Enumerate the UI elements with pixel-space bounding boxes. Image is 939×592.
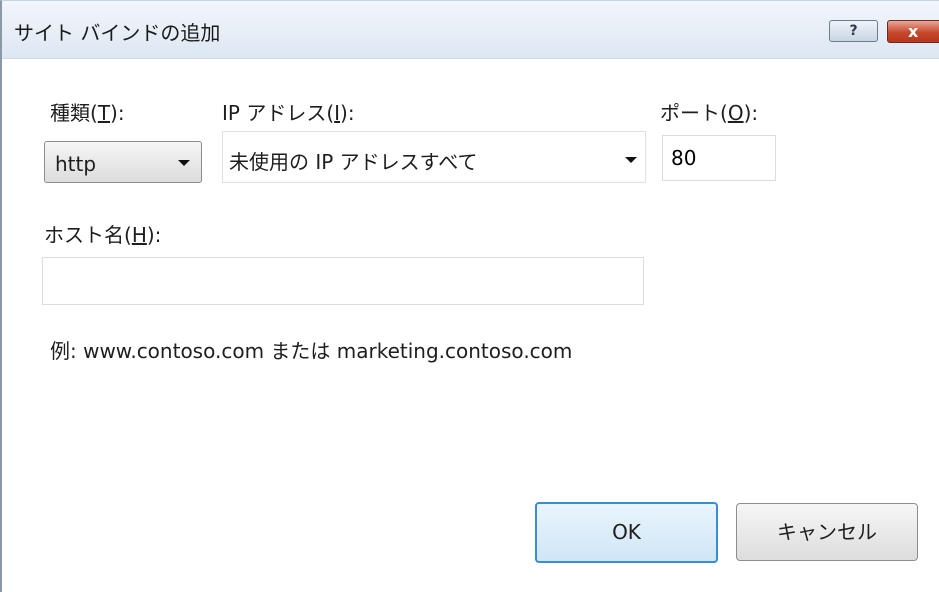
host-name-input[interactable] (42, 257, 644, 305)
ip-address-select-value: 未使用の IP アドレスすべて (229, 150, 478, 174)
title-bar: サイト バインドの追加 ? x (2, 1, 939, 59)
port-label-prefix: ポート( (660, 101, 728, 125)
close-button[interactable]: x (887, 20, 939, 43)
cancel-button[interactable]: キャンセル (736, 503, 918, 561)
port-label-accesskey: O (727, 101, 744, 125)
ip-address-label: IP アドレス(I): (222, 97, 355, 126)
port-label: ポート(O): (660, 97, 758, 126)
chevron-down-icon (178, 160, 190, 166)
ip-label-suffix: ): (340, 101, 355, 125)
ip-label-prefix: IP アドレス( (222, 101, 335, 125)
type-label-prefix: 種類( (50, 101, 98, 125)
chevron-down-icon (625, 157, 637, 163)
ip-address-select[interactable]: 未使用の IP アドレスすべて (222, 131, 646, 183)
ok-button[interactable]: OK (535, 502, 718, 563)
type-label: 種類(T): (50, 97, 125, 126)
host-label-prefix: ホスト名( (44, 223, 132, 247)
port-input[interactable] (662, 135, 776, 181)
type-select[interactable]: http (44, 141, 202, 183)
port-label-suffix: ): (743, 101, 759, 125)
help-button[interactable]: ? (829, 20, 878, 42)
type-select-value: http (55, 152, 97, 176)
host-name-label: ホスト名(H): (44, 219, 161, 248)
type-label-suffix: ): (110, 101, 125, 125)
help-icon: ? (849, 23, 858, 39)
host-label-accesskey: H (131, 223, 147, 247)
close-icon: x (908, 22, 919, 41)
dialog-title: サイト バインドの追加 (14, 21, 221, 45)
host-name-example: 例: www.contoso.com または marketing.contoso… (50, 339, 573, 363)
add-site-binding-dialog: サイト バインドの追加 ? x 種類(T): http IP アドレス(I): … (0, 0, 939, 592)
host-label-suffix: ): (146, 223, 162, 247)
type-label-accesskey: T (97, 101, 111, 125)
